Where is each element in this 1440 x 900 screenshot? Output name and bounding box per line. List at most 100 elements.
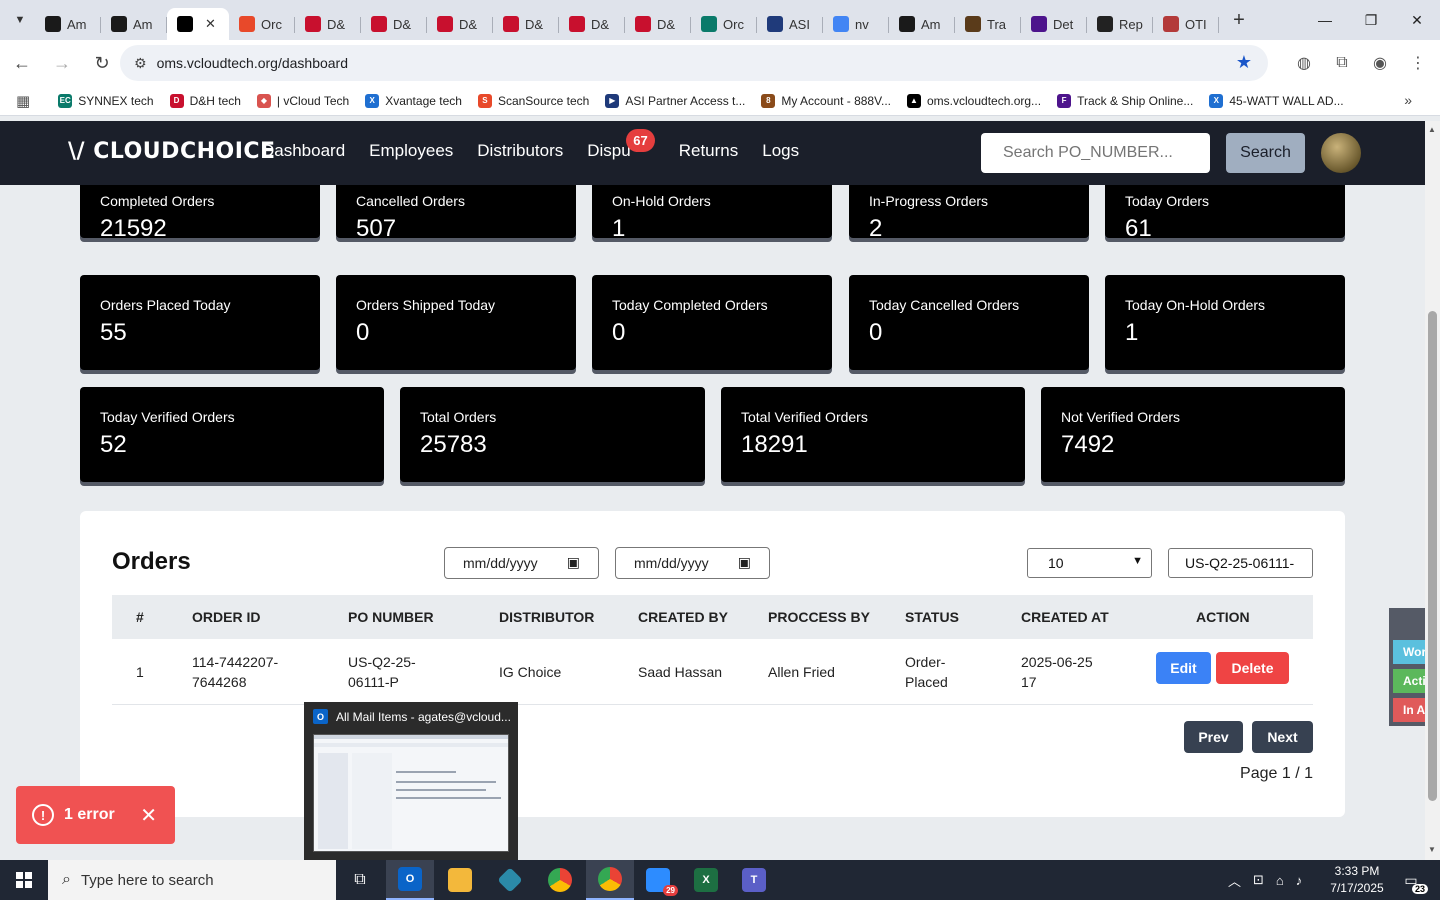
taskbar-clock[interactable]: 3:33 PM 7/17/2025	[1322, 863, 1392, 897]
diamond-app-icon	[497, 867, 523, 893]
taskbar-file-explorer[interactable]	[436, 860, 484, 900]
bookmark-item[interactable]: S ScanSource tech	[477, 93, 589, 108]
tray-chevron-up-icon[interactable]: ︿	[1228, 871, 1241, 890]
prev-page-button[interactable]: Prev	[1184, 721, 1243, 753]
site-settings-icon[interactable]: ⚙	[134, 55, 147, 72]
start-button[interactable]	[0, 860, 48, 900]
nav-returns[interactable]: Returns	[679, 141, 739, 161]
taskbar-outlook[interactable]: O	[386, 860, 434, 900]
browser-tab[interactable]: Am	[35, 8, 101, 40]
bookmark-item[interactable]: ▲ oms.vcloudtech.org...	[907, 93, 1041, 108]
browser-tab[interactable]: Tra	[955, 8, 1021, 40]
address-bar[interactable]: ⚙ oms.vcloudtech.org/dashboard ★	[120, 45, 1268, 81]
close-window-icon[interactable]: ✕	[1394, 0, 1440, 40]
scroll-thumb[interactable]	[1428, 311, 1437, 801]
scroll-down-icon[interactable]: ▼	[1428, 845, 1436, 854]
notifications-button[interactable]: ▭ 23	[1398, 868, 1428, 894]
po-search-input[interactable]	[981, 133, 1210, 173]
cloudchoice-logo[interactable]: \/ CLOUDCHOICE	[68, 139, 276, 164]
side-status-tag[interactable]: In Acti	[1393, 698, 1425, 722]
error-toast[interactable]: ! 1 error ✕	[16, 786, 175, 844]
taskbar-app-diamond[interactable]	[486, 860, 534, 900]
stat-card: Today Verified Orders 52	[80, 387, 384, 482]
side-status-tag[interactable]: Active	[1393, 669, 1425, 693]
browser-tab[interactable]: Am	[101, 8, 167, 40]
browser-tab[interactable]: ✕	[167, 8, 229, 40]
calendar-icon[interactable]: ▣	[567, 554, 580, 571]
delete-button[interactable]: Delete	[1216, 652, 1289, 684]
taskbar-chrome-1[interactable]	[536, 860, 584, 900]
tray-network-alert-icon[interactable]: ⊡	[1253, 872, 1264, 888]
bookmark-item[interactable]: F Track & Ship Online...	[1057, 93, 1193, 108]
close-tab-icon[interactable]: ✕	[205, 16, 216, 32]
browser-tab[interactable]: ASI	[757, 8, 823, 40]
taskbar-zoom[interactable]: 29	[634, 860, 682, 900]
calendar-icon[interactable]: ▣	[738, 554, 751, 571]
oti-icon	[1163, 16, 1179, 32]
apps-grid-icon[interactable]: ▦	[16, 92, 30, 110]
bookmark-item[interactable]: X Xvantage tech	[365, 93, 462, 108]
scroll-up-icon[interactable]: ▲	[1428, 125, 1436, 134]
tray-volume-icon[interactable]: ♪	[1296, 873, 1303, 888]
preview-thumbnail[interactable]	[313, 734, 509, 852]
bookmark-item[interactable]: EC SYNNEX tech	[58, 93, 154, 108]
taskbar-search-box[interactable]: ⌕ Type here to search	[48, 860, 336, 900]
nav-disputes[interactable]: Dispu 67	[587, 129, 655, 161]
browser-tab[interactable]: D&	[295, 8, 361, 40]
page-scrollbar[interactable]: ▲ ▼	[1425, 121, 1440, 860]
orders-filter-input[interactable]: US-Q2-25-06111-	[1168, 548, 1313, 578]
search-button[interactable]: Search	[1226, 133, 1305, 173]
browser-tab[interactable]: D&	[559, 8, 625, 40]
browser-tab[interactable]: D&	[493, 8, 559, 40]
taskbar-teams[interactable]: T	[730, 860, 778, 900]
bookmarks-overflow-icon[interactable]: »	[1404, 92, 1412, 108]
browser-tab[interactable]: D&	[625, 8, 691, 40]
browser-tab[interactable]: Rep	[1087, 8, 1153, 40]
browser-tab[interactable]: Orc	[229, 8, 295, 40]
nav-dashboard[interactable]: Dashboard	[262, 141, 345, 161]
reload-icon[interactable]: ↻	[84, 45, 120, 81]
bookmark-item[interactable]: ▶ ASI Partner Access t...	[605, 93, 745, 108]
task-view-button[interactable]: ⧉	[336, 860, 384, 900]
nav-employees[interactable]: Employees	[369, 141, 453, 161]
tab-search-chevron-icon[interactable]: ▼	[5, 5, 35, 35]
minimize-icon[interactable]: —	[1302, 0, 1348, 40]
browser-menu-icon[interactable]: ⋮	[1406, 47, 1430, 79]
profile-icon[interactable]: ◉	[1368, 47, 1392, 79]
browser-tab[interactable]: Am	[889, 8, 955, 40]
nav-logs[interactable]: Logs	[762, 141, 799, 161]
date-to-input[interactable]: mm/dd/yyyy ▣	[615, 547, 770, 579]
bookmark-star-icon[interactable]: ★	[1236, 52, 1252, 73]
bookmark-favicon-icon: EC	[58, 93, 73, 108]
user-avatar[interactable]	[1321, 133, 1361, 173]
bookmark-item[interactable]: ◆ | vCloud Tech	[256, 93, 349, 108]
next-page-button[interactable]: Next	[1252, 721, 1313, 753]
restore-icon[interactable]: ❐	[1348, 0, 1394, 40]
bookmark-item[interactable]: X 45-WATT WALL AD...	[1209, 93, 1344, 108]
browser-tab[interactable]: nv	[823, 8, 889, 40]
browser-tab[interactable]: D&	[361, 8, 427, 40]
browser-tab[interactable]: OTI	[1153, 8, 1219, 40]
page-size-select[interactable]: 10 ▼	[1027, 548, 1152, 578]
nav-distributors[interactable]: Distributors	[477, 141, 563, 161]
bookmark-item[interactable]: D D&H tech	[169, 93, 241, 108]
taskbar-chrome-2[interactable]	[586, 860, 634, 900]
browser-tab[interactable]: Det	[1021, 8, 1087, 40]
extensions-puzzle-icon[interactable]: ⧉	[1330, 47, 1354, 79]
side-status-tag[interactable]: Workin	[1393, 640, 1425, 664]
browser-tab[interactable]: D&	[427, 8, 493, 40]
edit-button[interactable]: Edit	[1156, 652, 1211, 684]
forward-arrow-icon[interactable]: →	[44, 45, 80, 81]
outlook-window-preview[interactable]: O All Mail Items - agates@vcloud...	[304, 702, 518, 860]
back-arrow-icon[interactable]: ←	[4, 45, 40, 81]
translate-globe-icon[interactable]: ◍	[1292, 47, 1316, 79]
browser-tab[interactable]: Orc	[691, 8, 757, 40]
close-icon[interactable]: ✕	[140, 803, 157, 828]
tray-wifi-icon[interactable]: ⌂	[1276, 873, 1284, 888]
zoom-badge: 29	[663, 885, 678, 896]
browser-tab-label: nv	[855, 16, 869, 32]
date-from-input[interactable]: mm/dd/yyyy ▣	[444, 547, 599, 579]
bookmark-item[interactable]: 8 My Account - 888V...	[761, 93, 891, 108]
taskbar-excel[interactable]: X	[682, 860, 730, 900]
new-tab-plus-icon[interactable]: +	[1225, 6, 1253, 34]
